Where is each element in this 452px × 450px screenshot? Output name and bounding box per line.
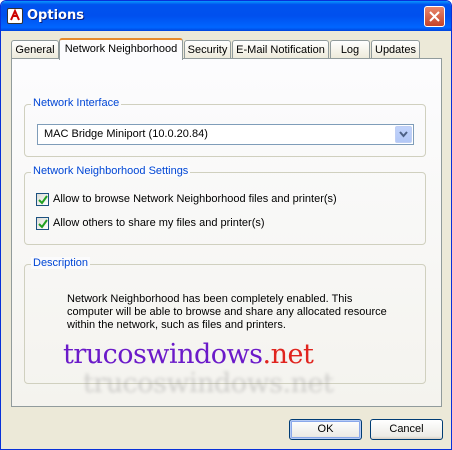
tab-log[interactable]: Log — [330, 40, 370, 59]
ok-button[interactable]: OK — [289, 419, 362, 440]
watermark-main: trucoswindows — [63, 339, 263, 370]
title-bar[interactable]: Options — [1, 1, 451, 31]
tab-updates[interactable]: Updates — [371, 40, 420, 59]
description-label: Description — [31, 257, 91, 269]
network-interface-select[interactable]: MAC Bridge Miniport (10.0.20.84) — [37, 124, 414, 145]
close-button[interactable] — [424, 6, 445, 27]
checkmark-icon — [38, 195, 48, 205]
close-icon — [429, 11, 440, 22]
description-line: within the network, such as files and pr… — [67, 319, 286, 331]
tab-email-notification[interactable]: E-Mail Notification — [232, 40, 329, 59]
chevron-down-icon — [399, 131, 408, 138]
options-window: Options General Network Neighborhood Sec… — [0, 0, 452, 450]
share-files-checkbox[interactable] — [36, 217, 49, 230]
settings-group-label: Network Neighborhood Settings — [31, 165, 191, 177]
network-interface-label: Network Interface — [31, 97, 122, 109]
tab-general[interactable]: General — [11, 40, 59, 59]
description-text: Network Neighborhood has been completely… — [67, 293, 397, 332]
cancel-button[interactable]: Cancel — [370, 419, 443, 440]
options-app-icon — [7, 8, 23, 24]
share-files-label: Allow others to share my files and print… — [53, 217, 265, 229]
description-line: computer will be able to browse and shar… — [67, 306, 387, 318]
tab-network-neighborhood[interactable]: Network Neighborhood — [59, 38, 183, 60]
window-title: Options — [27, 8, 84, 23]
description-line: Network Neighborhood has been completely… — [67, 293, 353, 305]
network-interface-value: MAC Bridge Miniport (10.0.20.84) — [44, 128, 208, 140]
dropdown-arrow-button[interactable] — [395, 126, 412, 143]
watermark-shadow: trucoswindows.net — [83, 368, 334, 399]
watermark: trucoswindows.net — [63, 339, 314, 370]
checkmark-icon — [38, 219, 48, 229]
watermark-suffix: .net — [262, 339, 314, 370]
browse-files-label: Allow to browse Network Neighborhood fil… — [53, 193, 337, 205]
tab-security[interactable]: Security — [184, 40, 231, 59]
network-interface-group: Network Interface MAC Bridge Miniport (1… — [24, 97, 426, 157]
browse-files-checkbox[interactable] — [36, 193, 49, 206]
network-neighborhood-settings-group: Network Neighborhood Settings Allow to b… — [24, 165, 426, 245]
